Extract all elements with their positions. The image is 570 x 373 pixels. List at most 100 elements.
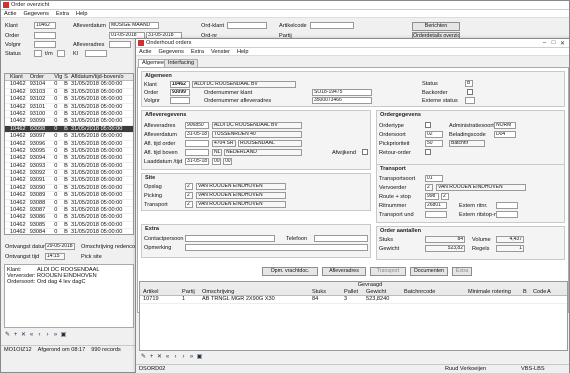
laad-min-field[interactable]: 00	[223, 158, 232, 165]
col-afldatum[interactable]: Afldatum/tijd-boven/o	[71, 74, 133, 80]
orders-table-row[interactable]: 10462 93096 0 B 31/05/2018 05:00:00	[5, 141, 133, 148]
col-artikel[interactable]: Artikel	[140, 289, 182, 295]
edit-icon[interactable]: ✎	[4, 332, 11, 339]
orders-table-row[interactable]: 10462 93098 0 B 31/05/2018 05:00:00	[5, 125, 133, 134]
administratiesoort-select[interactable]: NORM	[494, 122, 516, 129]
transport-site-nr-field[interactable]: 2	[185, 201, 193, 208]
afleveradres-input[interactable]	[109, 41, 131, 48]
col-partij[interactable]: Partij	[182, 289, 202, 295]
klant-filter-input[interactable]: 10462	[34, 22, 56, 29]
orders-table-row[interactable]: 10462 93097 0 B 31/05/2018 05:00:00	[5, 133, 133, 141]
ordertype-checkbox[interactable]	[425, 122, 431, 128]
extra-button[interactable]: Extra	[452, 267, 472, 276]
add-icon[interactable]: +	[12, 332, 19, 339]
col-code[interactable]: Code	[533, 289, 547, 295]
artikelcode-input[interactable]	[310, 22, 354, 29]
afleverdatum-field[interactable]: 31-05-18	[185, 131, 209, 138]
beladingscode-select[interactable]: D04	[494, 131, 516, 138]
afleverdatum-select[interactable]: MUSIGE MAAND	[109, 22, 159, 29]
orders-table-row[interactable]: 10462 93092 0 B 31/05/2018 05:00:00	[5, 170, 133, 178]
transport-und-field[interactable]	[425, 211, 447, 218]
kl-input[interactable]	[85, 50, 107, 57]
documenten-button[interactable]: Documenten	[410, 267, 448, 276]
col-gewicht[interactable]: Gewicht	[366, 289, 404, 295]
col-a[interactable]: A	[547, 289, 555, 295]
order-line-row[interactable]: 10719 1 AB TRNGL MGR 2X90G X30 84 3 523,…	[140, 296, 567, 304]
orders-table-row[interactable]: 10462 93087 0 B 31/05/2018 05:00:00	[5, 207, 133, 215]
orders-table-row[interactable]: 10462 93091 0 B 31/05/2018 05:00:00	[5, 177, 133, 185]
status-from-input[interactable]	[34, 50, 42, 57]
tab-interfacing[interactable]: Interfacing	[164, 59, 199, 67]
orders-table-row[interactable]: 10462 93085 0 B 31/05/2018 05:00:00	[5, 222, 133, 230]
orders-table-row[interactable]: 10462 93095 0 B 31/05/2018 05:00:00	[5, 148, 133, 156]
next-icon[interactable]: ›	[44, 332, 51, 339]
orders-table-row[interactable]: 10462 93099 0 B 31/05/2018 05:00:00	[5, 118, 133, 126]
afl-tijd-order-field[interactable]	[185, 140, 209, 147]
front-prev-icon[interactable]: ‹	[172, 354, 179, 361]
volgnr-filter-input[interactable]	[34, 41, 56, 48]
last-icon[interactable]: »	[52, 332, 59, 339]
orders-table-row[interactable]: 10462 93102 0 B 31/05/2018 05:00:00	[5, 96, 133, 104]
externe-status-field[interactable]	[465, 97, 475, 104]
backorder-checkbox[interactable]	[467, 89, 473, 95]
front-menu-gegevens[interactable]: Gegevens	[158, 49, 184, 55]
orders-table-row[interactable]: 10462 93103 0 B 31/05/2018 05:00:00	[5, 89, 133, 97]
front-delete-icon[interactable]: ✕	[156, 354, 163, 361]
orders-table-row[interactable]: 10462 93086 0 B 31/05/2018 05:00:00	[5, 214, 133, 222]
orders-table-row[interactable]: 10462 93093 0 B 31/05/2018 05:00:00	[5, 163, 133, 171]
ritnummer-field[interactable]: 26801	[425, 202, 447, 209]
berichten-button[interactable]: Berichten	[412, 22, 460, 31]
afleveradres-button[interactable]: Afleveradres	[322, 267, 366, 276]
col-order[interactable]: Order	[30, 74, 55, 80]
front-menu-venster[interactable]: Venster	[211, 49, 230, 55]
col-klant[interactable]: Klant	[5, 74, 30, 80]
telefoon-field[interactable]	[314, 235, 368, 242]
ordernummer-afleveradres-field[interactable]: 3500073466	[312, 97, 372, 104]
order-filter-input[interactable]	[34, 32, 56, 39]
col-pallet[interactable]: Pallet	[344, 289, 366, 295]
first-icon[interactable]: «	[28, 332, 35, 339]
status-to-input[interactable]	[57, 50, 65, 57]
prev-icon[interactable]: ‹	[36, 332, 43, 339]
maximize-icon[interactable]: □	[549, 40, 558, 46]
menu-actie[interactable]: Actie	[4, 11, 16, 17]
orders-table-row[interactable]: 10462 93094 0 B 31/05/2018 05:00:00	[5, 155, 133, 163]
orders-table-row[interactable]: 10462 93089 0 B 31/05/2018 05:00:00	[5, 192, 133, 200]
front-menu-help[interactable]: Help	[237, 49, 249, 55]
col-s[interactable]: S	[64, 74, 71, 80]
afl-tijd-boven-field[interactable]	[185, 149, 209, 156]
laaddatum-field[interactable]: 31-05-18	[185, 158, 209, 165]
front-next-icon[interactable]: ›	[180, 354, 187, 361]
transportsoort-select[interactable]: 01	[425, 175, 443, 182]
klant-field[interactable]: 10462	[170, 81, 190, 88]
orders-table-row[interactable]: 10462 93101 0 B 31/05/2018 05:00:00	[5, 104, 133, 111]
stop-field[interactable]: 2	[441, 193, 449, 200]
orders-table-row[interactable]: 10462 93090 0 B 31/05/2018 05:00:00	[5, 185, 133, 193]
front-first-icon[interactable]: «	[164, 354, 171, 361]
pickprioriteit-field[interactable]: 50	[425, 140, 443, 147]
transport-button[interactable]: Transport	[370, 267, 406, 276]
opmerking-field[interactable]	[185, 244, 368, 251]
menu-help[interactable]: Help	[76, 11, 88, 17]
col-b[interactable]: B	[523, 289, 533, 295]
col-batchnrcode[interactable]: Batchnrcode	[404, 289, 468, 295]
orders-table-row[interactable]: 10462 93104 0 B 31/05/2018 05:00:00	[5, 81, 133, 89]
afleveradres-code-field[interactable]: 906850	[185, 122, 209, 129]
picking-nr-field[interactable]: 2	[185, 192, 193, 199]
ord-klant-input[interactable]	[227, 22, 267, 29]
laad-uur-field[interactable]: 00	[212, 158, 221, 165]
order-field[interactable]: 93099	[170, 89, 190, 96]
menu-extra[interactable]: Extra	[56, 11, 69, 17]
orders-table-row[interactable]: 10462 93088 0 B 31/05/2018 05:00:00	[5, 200, 133, 208]
opslag-nr-field[interactable]: 2	[185, 183, 193, 190]
route-field[interactable]: 998	[425, 193, 439, 200]
contactpersoon-field[interactable]	[185, 235, 275, 242]
vervoerder-nr-field[interactable]: 2	[425, 184, 433, 191]
extern-ritstop-field[interactable]	[496, 211, 518, 218]
close-icon[interactable]: ✕	[558, 40, 567, 47]
afwijkend-checkbox[interactable]	[362, 149, 368, 155]
col-vlg[interactable]: Vlg	[54, 74, 64, 80]
retour-order-checkbox[interactable]	[425, 149, 431, 155]
front-menu-actie[interactable]: Actie	[139, 49, 151, 55]
col-stuks[interactable]: Stuks	[312, 289, 344, 295]
